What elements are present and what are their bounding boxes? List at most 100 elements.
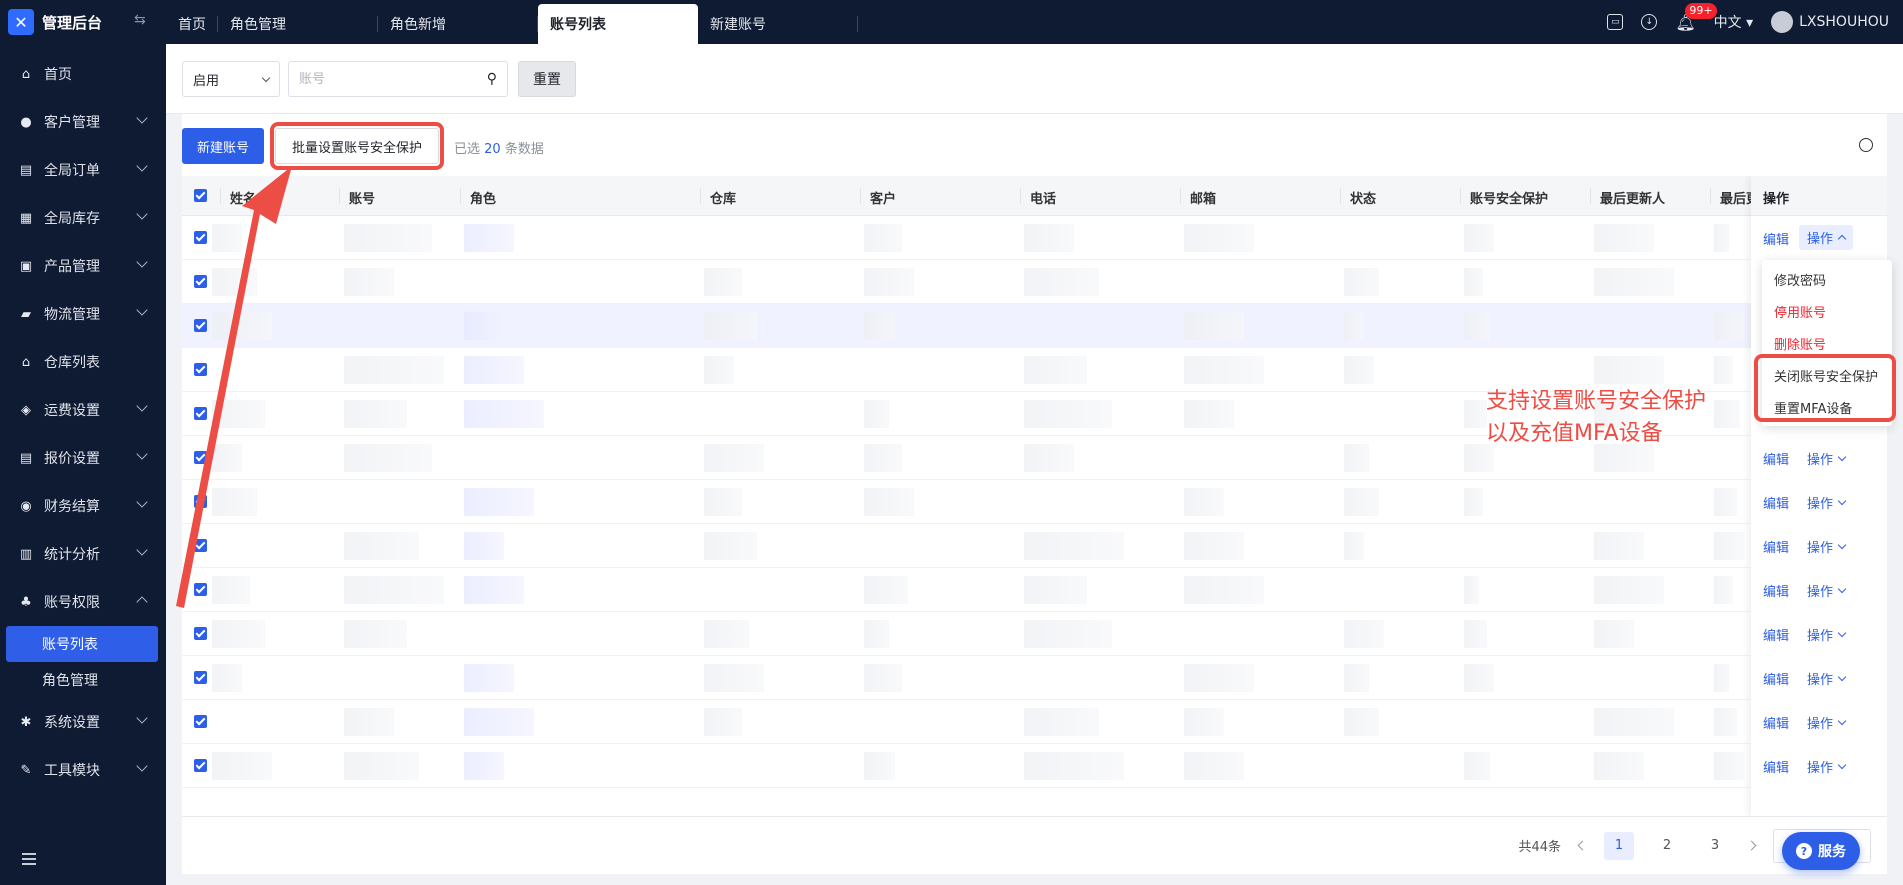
status-select[interactable]: 启用 bbox=[182, 61, 280, 97]
operation-menu-toggle[interactable]: 操作 bbox=[1807, 493, 1847, 512]
column-header[interactable]: 状态 bbox=[1339, 188, 1376, 207]
new-account-button[interactable]: 新建账号 bbox=[182, 128, 264, 164]
row-checkbox[interactable] bbox=[194, 671, 207, 684]
sidebar-item-products[interactable]: ▣ 产品管理 bbox=[0, 242, 166, 290]
page-1-button[interactable]: 1 bbox=[1604, 831, 1634, 860]
table-row[interactable] bbox=[182, 744, 1887, 788]
edit-link[interactable]: 编辑 bbox=[1763, 713, 1789, 732]
menu-collapse-icon[interactable] bbox=[22, 853, 36, 867]
sidebar-item-permissions[interactable]: ♣ 账号权限 bbox=[0, 578, 166, 626]
column-header[interactable]: 最后更新人 bbox=[1589, 188, 1665, 207]
redacted-cell bbox=[464, 224, 514, 252]
service-button[interactable]: ? 服务 bbox=[1782, 832, 1860, 870]
page-3-button[interactable]: 3 bbox=[1700, 832, 1730, 860]
column-header[interactable]: 邮箱 bbox=[1179, 188, 1216, 207]
operation-menu-toggle[interactable]: 操作 bbox=[1807, 449, 1847, 468]
table-row[interactable] bbox=[182, 612, 1887, 656]
operation-label: 操作 bbox=[1807, 629, 1834, 644]
notification-bell-icon[interactable]: 🔔︎ 99+ bbox=[1675, 2, 1717, 32]
sidebar-item-tools[interactable]: ✎ 工具模块 bbox=[0, 746, 166, 794]
language-select[interactable]: 中文 ▾ bbox=[1714, 12, 1753, 32]
table-row[interactable] bbox=[182, 524, 1887, 568]
table-row[interactable] bbox=[182, 568, 1887, 612]
table-row[interactable] bbox=[182, 700, 1887, 744]
inbox-icon[interactable]: ▭ bbox=[1607, 14, 1624, 30]
table-row[interactable] bbox=[182, 216, 1887, 260]
sidebar-item-inventory[interactable]: ▦ 全局库存 bbox=[0, 194, 166, 242]
sidebar-subitem-role-management[interactable]: 角色管理 bbox=[0, 662, 166, 698]
column-header[interactable]: 电话 bbox=[1019, 188, 1056, 207]
disable-account-item[interactable]: 停用账号 bbox=[1762, 298, 1892, 330]
sidebar-item-logistics[interactable]: ▰ 物流管理 bbox=[0, 290, 166, 338]
operation-menu-toggle[interactable]: 操作 bbox=[1807, 581, 1847, 600]
redacted-cell bbox=[704, 444, 764, 472]
tab-account-list[interactable]: 账号列表 bbox=[538, 4, 698, 44]
service-label: 服务 bbox=[1818, 844, 1846, 860]
edit-link[interactable]: 编辑 bbox=[1763, 757, 1789, 776]
prev-page-icon[interactable] bbox=[1577, 840, 1588, 851]
tab-role-new[interactable]: 角色新增 bbox=[378, 4, 538, 44]
redacted-cell bbox=[1024, 268, 1099, 296]
clipboard-icon: ▤ bbox=[19, 162, 33, 178]
search-icon[interactable]: ⚲ bbox=[487, 71, 497, 87]
edit-link[interactable]: 编辑 bbox=[1763, 669, 1789, 688]
download-icon[interactable]: ↓ bbox=[1641, 14, 1658, 30]
annotation-highlight-box bbox=[1754, 354, 1896, 422]
reset-button[interactable]: 重置 bbox=[518, 61, 576, 97]
sidebar-item-warehouses[interactable]: ⌂ 仓库列表 bbox=[0, 338, 166, 386]
row-checkbox[interactable] bbox=[194, 627, 207, 640]
sidebar-item-analytics[interactable]: ▥ 统计分析 bbox=[0, 530, 166, 578]
sidebar-subitem-account-list[interactable]: 账号列表 bbox=[6, 626, 158, 662]
operation-menu-toggle[interactable]: 操作 bbox=[1807, 537, 1847, 556]
sidebar-item-orders[interactable]: ▤ 全局订单 bbox=[0, 146, 166, 194]
edit-link[interactable]: 编辑 bbox=[1763, 449, 1789, 468]
operation-menu-toggle[interactable]: 操作 bbox=[1807, 757, 1847, 776]
sidebar-item-system[interactable]: ✱ 系统设置 bbox=[0, 698, 166, 746]
edit-link[interactable]: 编辑 bbox=[1763, 537, 1789, 556]
redacted-cell bbox=[1184, 400, 1234, 428]
column-header[interactable]: 账号 bbox=[338, 188, 375, 207]
edit-link[interactable]: 编辑 bbox=[1763, 229, 1789, 248]
chevron-down-icon bbox=[1837, 716, 1847, 726]
chevron-down-icon bbox=[1837, 540, 1847, 550]
operation-menu-toggle[interactable]: 操作 bbox=[1807, 625, 1847, 644]
edit-link[interactable]: 编辑 bbox=[1763, 493, 1789, 512]
tab-role-management[interactable]: 角色管理 bbox=[218, 4, 378, 44]
redacted-cell bbox=[464, 400, 544, 428]
sidebar-item-finance[interactable]: ◉ 财务结算 bbox=[0, 482, 166, 530]
next-page-icon[interactable] bbox=[1746, 840, 1757, 851]
redacted-cell bbox=[864, 444, 902, 472]
redacted-cell bbox=[1464, 400, 1487, 428]
edit-link[interactable]: 编辑 bbox=[1763, 625, 1789, 644]
sidebar-item-quotes[interactable]: ▤ 报价设置 bbox=[0, 434, 166, 482]
sidebar-item-shipping[interactable]: ◈ 运费设置 bbox=[0, 386, 166, 434]
row-checkbox[interactable] bbox=[194, 759, 207, 772]
page-2-button[interactable]: 2 bbox=[1652, 832, 1682, 860]
chevron-down-icon bbox=[1837, 584, 1847, 594]
account-search-input[interactable] bbox=[299, 71, 469, 87]
sidebar-item-customers[interactable]: ● 客户管理 bbox=[0, 98, 166, 146]
table-row[interactable] bbox=[182, 304, 1887, 348]
redacted-cell bbox=[1594, 708, 1674, 736]
column-header[interactable]: 角色 bbox=[459, 188, 496, 207]
collapse-toggle-icon[interactable]: ⇆ bbox=[134, 12, 146, 28]
tab-home[interactable]: 首页 bbox=[166, 4, 218, 44]
user-menu[interactable]: LXSHOUHOU bbox=[1771, 11, 1889, 33]
table-row[interactable] bbox=[182, 480, 1887, 524]
change-password-item[interactable]: 修改密码 bbox=[1762, 266, 1892, 298]
column-header[interactable]: 账号安全保护 bbox=[1459, 188, 1548, 207]
users-icon: ● bbox=[20, 114, 32, 130]
operation-menu-toggle[interactable]: 操作 bbox=[1799, 225, 1854, 250]
operation-menu-toggle[interactable]: 操作 bbox=[1807, 713, 1847, 732]
column-header[interactable]: 客户 bbox=[859, 188, 896, 207]
row-checkbox[interactable] bbox=[194, 715, 207, 728]
column-header[interactable]: 仓库 bbox=[699, 188, 736, 207]
operation-menu-toggle[interactable]: 操作 bbox=[1807, 669, 1847, 688]
table-row[interactable] bbox=[182, 656, 1887, 700]
column-settings-icon[interactable] bbox=[1859, 138, 1873, 152]
table-row[interactable] bbox=[182, 260, 1887, 304]
annotation-highlight-box bbox=[270, 122, 444, 170]
tab-new-account[interactable]: 新建账号 bbox=[698, 4, 858, 44]
edit-link[interactable]: 编辑 bbox=[1763, 581, 1789, 600]
sidebar-item-home[interactable]: ⌂ 首页 bbox=[0, 50, 166, 98]
